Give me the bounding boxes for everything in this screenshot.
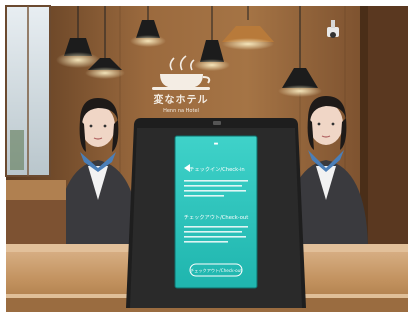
left-side-desk	[6, 180, 66, 202]
svg-text:▬: ▬	[214, 141, 219, 147]
window-plant	[10, 130, 24, 170]
kiosk-checkin-label: チェックイン/Check-in	[189, 166, 244, 173]
hotel-reception-photo: 変なホテル Henn na Hotel ▬ チェックイン/Check-in チェ…	[0, 0, 414, 318]
kiosk-camera-icon	[213, 121, 221, 125]
kiosk-screen	[175, 136, 257, 288]
check-in-kiosk: ▬ チェックイン/Check-in チェックアウト/Check-out チェック…	[126, 118, 306, 308]
kiosk-checkout-label: チェックアウト/Check-out	[184, 213, 248, 221]
hotel-brand-jp: 変なホテル	[154, 93, 209, 106]
kiosk-checkout-button-label: チェックアウト/Check-out	[190, 267, 242, 274]
photo-canvas: 変なホテル Henn na Hotel ▬ チェックイン/Check-in チェ…	[0, 0, 414, 318]
hotel-brand-en: Henn na Hotel	[163, 108, 199, 114]
